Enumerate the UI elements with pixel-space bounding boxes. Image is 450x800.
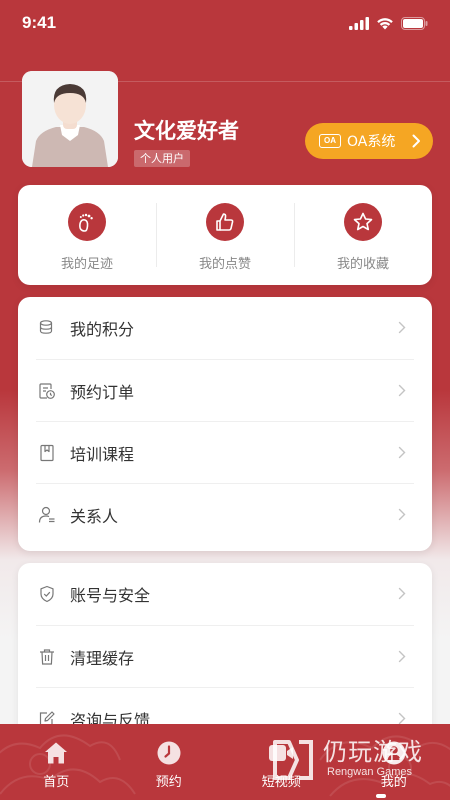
tab-home-label: 首页 xyxy=(43,775,70,790)
menu-item-points[interactable]: 我的积分 xyxy=(36,297,414,359)
tab-reservation-label: 预约 xyxy=(155,775,182,790)
shield-icon xyxy=(38,585,56,603)
oa-system-button[interactable]: OA OA系统 xyxy=(305,123,433,159)
quick-favorites-label: 我的收藏 xyxy=(336,257,389,272)
user-type-badge: 个人用户 xyxy=(134,150,190,167)
active-tab-indicator xyxy=(376,794,386,798)
status-bar: 9:41 xyxy=(0,0,450,46)
footprint-icon xyxy=(68,203,106,241)
order-clock-icon xyxy=(38,382,56,400)
menu-item-orders[interactable]: 预约订单 xyxy=(36,359,414,421)
menu-label-orders: 预约订单 xyxy=(70,382,135,402)
menu-label-courses: 培训课程 xyxy=(70,444,135,464)
status-time: 9:41 xyxy=(22,13,57,32)
menu-label-points: 我的积分 xyxy=(70,320,135,339)
oa-system-label: OA系统 xyxy=(347,134,396,150)
menu-label-account-security: 账号与安全 xyxy=(70,586,151,605)
coins-icon xyxy=(38,319,56,337)
clock-icon xyxy=(156,740,182,766)
quick-likes-label: 我的点赞 xyxy=(198,257,251,272)
chevron-right-icon xyxy=(398,508,406,521)
menu-label-clear-cache: 清理缓存 xyxy=(70,648,135,668)
avatar[interactable] xyxy=(22,71,118,167)
username: 文化爱好者 xyxy=(134,119,239,143)
star-icon xyxy=(344,203,382,241)
quick-likes[interactable]: 我的点赞 xyxy=(156,185,294,285)
tab-reservation[interactable]: 预约 xyxy=(113,724,226,800)
menu-item-account-security[interactable]: 账号与安全 xyxy=(36,563,414,625)
signal-icon xyxy=(349,16,369,30)
chevron-right-icon xyxy=(398,446,406,459)
tab-short-video[interactable]: 短视频 xyxy=(225,724,338,800)
chevron-right-icon xyxy=(398,650,406,663)
battery-icon xyxy=(401,16,428,30)
chevron-right-icon xyxy=(398,384,406,397)
menu-item-clear-cache[interactable]: 清理缓存 xyxy=(36,625,414,687)
tab-mine[interactable]: 我的 xyxy=(338,724,450,800)
menu-item-courses[interactable]: 培训课程 xyxy=(36,421,414,483)
quick-footprint[interactable]: 我的足迹 xyxy=(18,185,156,285)
contact-icon xyxy=(38,506,56,524)
quick-actions-card: 我的足迹 我的点赞 我的收藏 xyxy=(18,185,432,285)
tab-home[interactable]: 首页 xyxy=(0,724,113,800)
tab-short-video-label: 短视频 xyxy=(261,775,301,790)
menu-label-contacts: 关系人 xyxy=(70,506,119,526)
oa-badge-icon: OA xyxy=(319,134,341,148)
chevron-right-icon xyxy=(398,587,406,600)
user-icon xyxy=(381,740,407,766)
book-icon xyxy=(38,444,56,462)
video-icon xyxy=(268,740,294,766)
menu-item-contacts[interactable]: 关系人 xyxy=(36,483,414,545)
profile-section: 文化爱好者 个人用户 OA OA系统 xyxy=(22,71,433,171)
quick-footprint-label: 我的足迹 xyxy=(60,257,113,272)
bottom-tab-bar: 首页 预约 短视频 我的 xyxy=(0,724,450,800)
wifi-icon xyxy=(377,17,393,29)
home-icon xyxy=(43,740,69,766)
menu-card-primary: 我的积分 预约订单 培训课程 关系人 xyxy=(18,297,432,551)
tab-mine-label: 我的 xyxy=(380,775,407,790)
thumbs-up-icon xyxy=(206,203,244,241)
trash-icon xyxy=(38,648,56,666)
chevron-right-icon xyxy=(412,134,420,148)
avatar-illustration xyxy=(22,71,118,167)
chevron-right-icon xyxy=(398,321,406,334)
quick-favorites[interactable]: 我的收藏 xyxy=(294,185,432,285)
